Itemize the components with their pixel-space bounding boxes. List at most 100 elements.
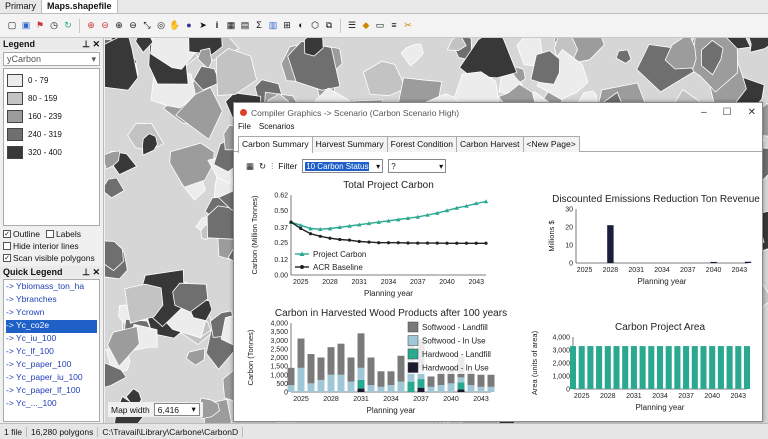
bar-segment xyxy=(467,385,475,392)
quick-legend-item[interactable]: -> Yc_paper_iu_100 xyxy=(6,372,97,385)
bar xyxy=(613,346,620,389)
tab-harvest-summary[interactable]: Harvest Summary xyxy=(311,136,388,152)
globe-icon[interactable]: ● xyxy=(183,19,195,33)
list-icon[interactable]: ≡ xyxy=(388,19,400,33)
menu-file[interactable]: File xyxy=(238,122,251,134)
close-icon[interactable]: ✕ xyxy=(748,107,756,118)
quick-legend-item[interactable]: -> Yc_paper_lf_100 xyxy=(6,385,97,398)
zoom-out-alt-icon[interactable]: ⊖ xyxy=(127,19,139,33)
legend-swatch xyxy=(7,109,23,123)
grid-view-icon[interactable]: ▦ xyxy=(246,161,254,172)
chart-2: Carbon in Harvested Wood Products after … xyxy=(246,308,507,415)
legend-field-select[interactable]: yCarbon ▾ xyxy=(3,52,100,66)
select-icon[interactable]: ➤ xyxy=(197,19,209,33)
legend-icon[interactable]: ☰ xyxy=(346,19,358,33)
layers-icon[interactable]: ⧉ xyxy=(323,19,335,33)
pan-icon[interactable]: ✋ xyxy=(169,19,181,33)
x-tick-label: 2028 xyxy=(322,279,338,286)
quick-legend-item[interactable]: -> Ybiomass_ton_ha xyxy=(6,281,97,294)
bar-segment xyxy=(457,382,465,390)
maximize-icon[interactable]: ☐ xyxy=(723,107,732,118)
info-icon[interactable]: i xyxy=(211,19,223,33)
zoom-in-icon[interactable]: ⊕ xyxy=(85,19,97,33)
fit-icon[interactable]: ⤡ xyxy=(141,19,153,33)
legend-item[interactable]: 0 - 79 xyxy=(7,71,96,89)
close-icon[interactable]: ✕ xyxy=(92,267,100,277)
chevron-down-icon: ▾ xyxy=(376,161,381,171)
bar xyxy=(674,346,681,389)
close-icon[interactable]: ✕ xyxy=(92,39,100,49)
scan-visible-checkbox[interactable]: ✓ xyxy=(3,254,11,262)
quick-legend-item[interactable]: -> Yc_paper_100 xyxy=(6,359,97,372)
zoom-in-alt-icon[interactable]: ⊕ xyxy=(113,19,125,33)
refresh-icon[interactable]: ↻ xyxy=(62,19,74,33)
y-tick-label: 3,500 xyxy=(270,329,288,336)
ruler-icon[interactable]: ⊞ xyxy=(281,19,293,33)
pin-icon[interactable]: ⊥ xyxy=(82,39,90,49)
tab-forest-condition[interactable]: Forest Condition xyxy=(386,136,457,152)
properties-icon[interactable]: ▭ xyxy=(374,19,386,33)
bar xyxy=(717,346,724,389)
tab-carbon-harvest[interactable]: Carbon Harvest xyxy=(456,136,524,152)
tab-maps-shapefile[interactable]: Maps.shapefile xyxy=(42,0,118,13)
bar-segment xyxy=(427,376,435,387)
quick-legend-item[interactable]: -> Ycrown xyxy=(6,307,97,320)
grid-icon[interactable]: ▤ xyxy=(239,19,251,33)
x-tick-label: 2025 xyxy=(293,279,309,286)
y-axis-label: Carbon (Tonnes) xyxy=(246,329,255,385)
zoom-out-icon[interactable]: ⊖ xyxy=(99,19,111,33)
save-icon[interactable]: ▣ xyxy=(20,19,32,33)
legend-item[interactable]: 240 - 319 xyxy=(7,125,96,143)
map-width-input[interactable]: 6,416 ▾ xyxy=(153,403,200,416)
tools-icon[interactable]: ✂ xyxy=(402,19,414,33)
data-point xyxy=(328,236,332,240)
quick-legend-item[interactable]: -> Yc_iu_100 xyxy=(6,333,97,346)
chart-icon[interactable]: ▥ xyxy=(267,19,279,33)
bar-segment xyxy=(297,338,305,368)
legend-item[interactable]: 320 - 400 xyxy=(7,143,96,161)
quick-legend-item[interactable]: -> Ybranches xyxy=(6,294,97,307)
bar xyxy=(587,346,594,389)
zoom-extent-icon[interactable]: ◎ xyxy=(155,19,167,33)
y-tick-label: 4,000 xyxy=(270,321,288,328)
quick-legend-item-selected[interactable]: -> Yc_co2e xyxy=(6,320,97,333)
bar-segment xyxy=(347,357,355,382)
x-tick-label: 2028 xyxy=(323,396,339,403)
quick-legend-item[interactable]: -> Yc_..._100 xyxy=(6,398,97,411)
legend-label: Softwood - In Use xyxy=(422,337,486,346)
sum-icon[interactable]: Σ xyxy=(253,19,265,33)
outline-checkbox[interactable]: ✓ xyxy=(3,230,11,238)
minimize-icon[interactable]: – xyxy=(701,107,707,118)
hide-interior-checkbox[interactable] xyxy=(3,242,11,250)
filter-select[interactable]: 10 Carbon Status ▾ xyxy=(302,159,384,173)
measure-icon[interactable]: ◐ xyxy=(295,19,307,33)
x-tick-label: 2025 xyxy=(577,267,593,274)
bar-segment xyxy=(327,374,335,392)
data-point xyxy=(367,240,371,244)
tab-new-page[interactable]: <New Page> xyxy=(522,136,580,152)
legend-item[interactable]: 80 - 159 xyxy=(7,89,96,107)
y-tick-label: 1,000 xyxy=(552,374,570,381)
tab-primary[interactable]: Primary xyxy=(0,0,42,13)
filter-select-secondary[interactable]: ? ▾ xyxy=(388,159,447,173)
legend-item[interactable]: 160 - 239 xyxy=(7,107,96,125)
bar-segment xyxy=(437,385,445,392)
bar-segment xyxy=(397,381,405,392)
quick-legend-item[interactable]: -> Yc_lf_100 xyxy=(6,346,97,359)
new-icon[interactable]: ▢ xyxy=(6,19,18,33)
flag-icon[interactable]: ⚑ xyxy=(34,19,46,33)
tab-carbon-summary[interactable]: Carbon Summary xyxy=(238,136,313,153)
pin-icon[interactable]: ⊥ xyxy=(82,267,90,277)
bar-segment xyxy=(487,386,495,392)
x-axis-label: Planning year xyxy=(367,406,416,415)
clock-icon[interactable]: ◷ xyxy=(48,19,60,33)
bar-segment xyxy=(297,367,305,392)
y-tick-label: 2,000 xyxy=(552,361,570,368)
filter-icon[interactable]: ⫶ xyxy=(271,161,273,172)
labels-checkbox[interactable] xyxy=(45,230,54,238)
refresh-icon[interactable]: ↻ xyxy=(259,161,266,172)
table-icon[interactable]: ▦ xyxy=(225,19,237,33)
palette-icon[interactable]: ◆ xyxy=(360,19,372,33)
menu-scenarios[interactable]: Scenarios xyxy=(259,122,295,134)
identify-icon[interactable]: ⬡ xyxy=(309,19,321,33)
